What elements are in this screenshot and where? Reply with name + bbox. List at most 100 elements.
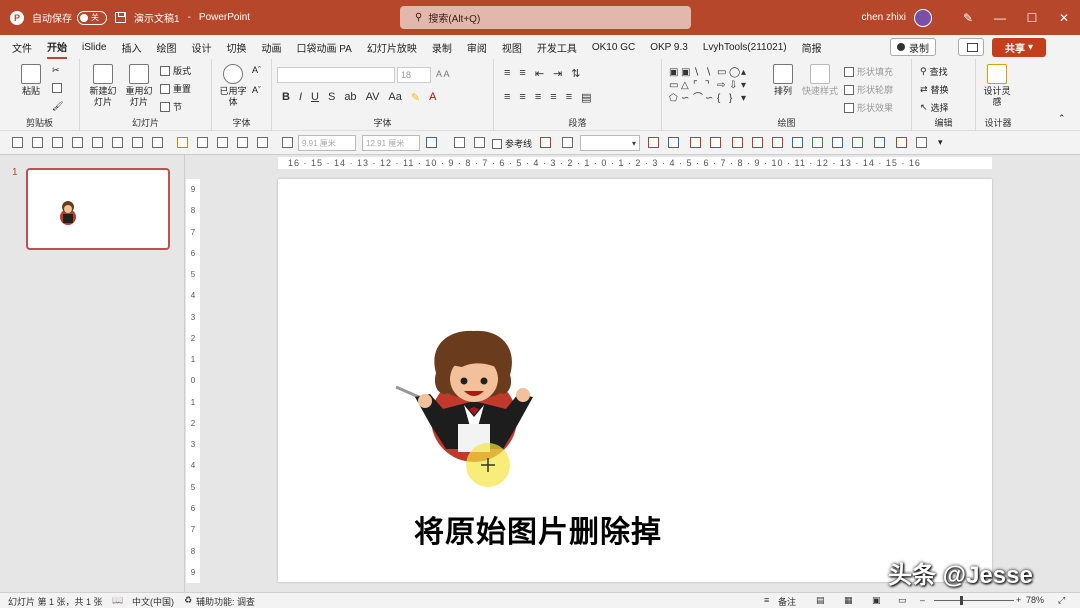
fit-slide-icon[interactable]: ⤢: [1058, 595, 1065, 606]
arrow-down-shape-icon[interactable]: ⇩: [729, 80, 740, 91]
tool-green-2-icon[interactable]: [852, 137, 863, 148]
reuse-slide-button[interactable]: 重用幻灯片: [122, 64, 156, 108]
tab-lvyhtools[interactable]: LvyhTools(211021): [703, 35, 787, 59]
tab-pocket-animation[interactable]: 口袋动画 PA: [296, 35, 351, 59]
align-top-objects-icon[interactable]: [72, 137, 83, 148]
tab-view[interactable]: 视图: [502, 35, 522, 59]
normal-view-icon[interactable]: ▤: [816, 595, 825, 606]
tool-copy-icon[interactable]: [562, 137, 573, 148]
line-shape-icon[interactable]: ∖: [693, 67, 704, 78]
curve-shape-icon[interactable]: ∽: [681, 93, 692, 104]
find-button[interactable]: ⚲ 查找: [920, 65, 948, 78]
minimize-button[interactable]: —: [984, 0, 1016, 35]
rect-shape-icon[interactable]: ▭: [717, 67, 728, 78]
user-name[interactable]: chen zhixi: [862, 12, 906, 23]
shapes-gallery[interactable]: ▣ ▣ ∖ ∖ ▭ ◯ ▴ ▭ △ ⌜ ⌝ ⇨ ⇩ ▾ ⬠ ∽ ⌒ ∽{} ▾: [669, 67, 755, 104]
tab-okp[interactable]: OKP 9.3: [650, 35, 688, 59]
tab-record[interactable]: 录制: [432, 35, 452, 59]
scroll-up-icon[interactable]: ▴: [741, 67, 752, 78]
align-bottom-objects-icon[interactable]: [112, 137, 123, 148]
curve2-shape-icon[interactable]: ∽: [705, 93, 716, 104]
align-right-icon[interactable]: ≡: [535, 91, 541, 104]
search-box[interactable]: ⚲ 搜索(Alt+Q): [400, 6, 691, 29]
tool-blue-4-icon[interactable]: [874, 137, 885, 148]
copy-icon[interactable]: [52, 83, 62, 93]
tab-insert[interactable]: 插入: [121, 35, 141, 59]
align-right-objects-icon[interactable]: [52, 137, 63, 148]
justify-icon[interactable]: ≡: [550, 91, 556, 104]
tool-red-1-icon[interactable]: [540, 137, 551, 148]
highlight-icon[interactable]: ✎: [411, 91, 420, 104]
bring-front-icon[interactable]: [237, 137, 248, 148]
arc-shape-icon[interactable]: ⌒: [693, 93, 704, 104]
tab-animations[interactable]: 动画: [261, 35, 281, 59]
used-font-button[interactable]: 已用字体: [216, 64, 250, 108]
tool-red-8-icon[interactable]: [896, 137, 907, 148]
zoom-out-icon[interactable]: –: [920, 595, 925, 605]
accessibility-status[interactable]: 辅助功能: 调查: [196, 595, 255, 608]
textbox-shape-icon[interactable]: ▣: [669, 67, 680, 78]
increase-font-icon[interactable]: A A: [436, 69, 450, 79]
tab-developer[interactable]: 开发工具: [537, 35, 577, 59]
line2-shape-icon[interactable]: ∖: [705, 67, 716, 78]
shape-fill-button[interactable]: 形状填充: [844, 65, 893, 78]
layout-button[interactable]: 版式: [160, 64, 191, 77]
shrink-font-icon[interactable]: Aˇ: [252, 85, 261, 95]
distribute-icon[interactable]: ≡: [566, 91, 572, 104]
format-painter-icon[interactable]: 🖌: [52, 101, 63, 112]
send-back-icon[interactable]: [257, 137, 268, 148]
align-center-objects-icon[interactable]: [32, 137, 43, 148]
tab-slideshow[interactable]: 幻灯片放映: [367, 35, 417, 59]
crop-icon[interactable]: [282, 137, 293, 148]
guides-icon[interactable]: [454, 137, 465, 148]
more-shapes-icon[interactable]: ▾: [741, 93, 752, 104]
autosave-control[interactable]: 自动保存 关: [32, 10, 107, 25]
tab-design[interactable]: 设计: [191, 35, 211, 59]
frame-icon[interactable]: [177, 137, 188, 148]
tool-red-6-icon[interactable]: [752, 137, 763, 148]
record-button[interactable]: 录制: [890, 38, 936, 56]
ungroup-icon[interactable]: [217, 137, 228, 148]
replace-button[interactable]: ⇄ 替换: [920, 83, 949, 96]
tool-blue-2-icon[interactable]: [792, 137, 803, 148]
oval-shape-icon[interactable]: ◯: [729, 67, 740, 78]
char-spacing-icon[interactable]: AV: [366, 91, 380, 104]
brace-left-shape-icon[interactable]: {: [717, 93, 728, 104]
comments-button[interactable]: [958, 38, 984, 56]
tab-home[interactable]: 开始: [47, 35, 67, 59]
distribute-h-icon[interactable]: [132, 137, 143, 148]
triangle-shape-icon[interactable]: △: [681, 80, 692, 91]
language-status[interactable]: 中文(中国): [132, 595, 174, 608]
shape-outline-button[interactable]: 形状轮廓: [844, 83, 893, 96]
tab-review[interactable]: 审阅: [467, 35, 487, 59]
tool-red-7-icon[interactable]: [772, 137, 783, 148]
underline-icon[interactable]: U: [311, 91, 319, 104]
strikethrough-icon[interactable]: ab: [344, 91, 356, 104]
pen-icon[interactable]: ✎: [952, 0, 984, 35]
reset-button[interactable]: 重置: [160, 82, 191, 95]
increase-indent-icon[interactable]: ⇥: [553, 67, 562, 80]
columns-icon[interactable]: ▤: [581, 91, 591, 104]
paste-button[interactable]: 粘贴: [14, 64, 48, 97]
grow-font-icon[interactable]: Aˆ: [252, 65, 261, 75]
bold-icon[interactable]: B: [282, 91, 290, 104]
group-icon[interactable]: [197, 137, 208, 148]
align-left-objects-icon[interactable]: [12, 137, 23, 148]
slide-thumbnail[interactable]: [26, 168, 170, 250]
slide-sorter-icon[interactable]: ▦: [844, 595, 853, 606]
maximize-button[interactable]: ☐: [1016, 0, 1048, 35]
brace-right-shape-icon[interactable]: }: [729, 93, 740, 104]
style-dropdown[interactable]: ▾: [580, 135, 640, 151]
tab-transitions[interactable]: 切换: [226, 35, 246, 59]
arrange-button[interactable]: 排列: [766, 64, 800, 97]
tab-draw[interactable]: 绘图: [156, 35, 176, 59]
font-name-combo[interactable]: [277, 67, 395, 83]
section-button[interactable]: 节: [160, 100, 182, 113]
arrow-right-shape-icon[interactable]: ⇨: [717, 80, 728, 91]
zoom-level[interactable]: 78%: [1026, 595, 1044, 605]
tab-islide[interactable]: iSlide: [82, 35, 106, 59]
rect2-shape-icon[interactable]: ▭: [669, 80, 680, 91]
share-button[interactable]: 共享 ▾: [992, 38, 1046, 57]
line-spacing-icon[interactable]: ⇅: [571, 67, 580, 80]
quick-styles-button[interactable]: 快速样式: [800, 64, 840, 97]
